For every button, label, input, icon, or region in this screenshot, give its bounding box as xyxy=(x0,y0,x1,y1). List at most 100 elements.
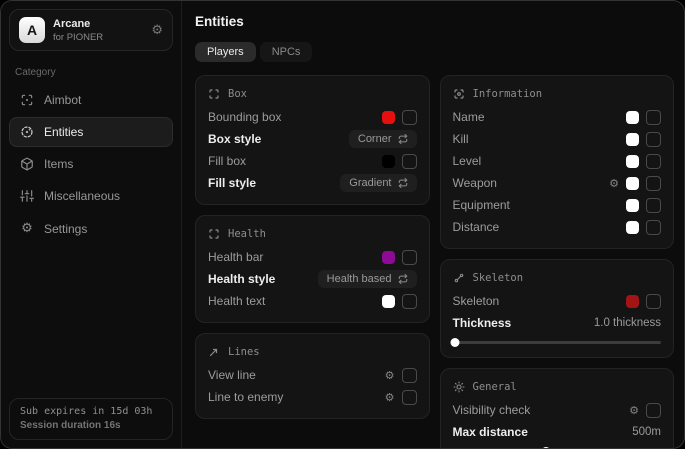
checkbox[interactable] xyxy=(402,250,417,265)
brand-text: Arcane for PIONER xyxy=(53,18,103,43)
row-settings-icon[interactable]: ⚙ xyxy=(385,369,395,382)
row-label: Skeleton xyxy=(453,294,500,308)
row-view-line: View line ⚙ xyxy=(208,364,417,386)
right-column: Information Name Kill xyxy=(440,75,675,449)
checkbox[interactable] xyxy=(646,154,661,169)
crosshair-icon xyxy=(20,93,34,107)
box-style-dropdown[interactable]: Corner xyxy=(349,130,417,148)
tab-players[interactable]: Players xyxy=(195,42,256,62)
color-swatch[interactable] xyxy=(382,251,395,264)
sidebar-item-items[interactable]: Items xyxy=(9,149,173,179)
row-label: Health text xyxy=(208,294,265,308)
color-swatch[interactable] xyxy=(626,295,639,308)
slider-thumb[interactable] xyxy=(450,338,459,347)
color-swatch[interactable] xyxy=(626,177,639,190)
checkbox[interactable] xyxy=(402,294,417,309)
checkbox[interactable] xyxy=(646,403,661,418)
left-column: Box Bounding box Box style Corne xyxy=(195,75,430,449)
color-swatch[interactable] xyxy=(626,133,639,146)
row-equipment: Equipment xyxy=(453,194,662,216)
color-swatch[interactable] xyxy=(382,295,395,308)
row-level: Level xyxy=(453,150,662,172)
color-swatch[interactable] xyxy=(382,111,395,124)
app-title: Arcane xyxy=(53,18,103,30)
row-bounding-box: Bounding box xyxy=(208,106,417,128)
color-swatch[interactable] xyxy=(626,199,639,212)
page-title: Entities xyxy=(195,14,674,29)
color-swatch[interactable] xyxy=(626,155,639,168)
cycle-icon xyxy=(398,274,408,284)
color-swatch[interactable] xyxy=(382,155,395,168)
brackets-icon xyxy=(208,228,220,240)
tab-npcs[interactable]: NPCs xyxy=(260,42,313,62)
row-label: Line to enemy xyxy=(208,390,283,404)
row-settings-icon[interactable]: ⚙ xyxy=(629,404,639,417)
radar-icon xyxy=(20,125,34,139)
row-settings-icon[interactable]: ⚙ xyxy=(609,177,619,190)
sidebar-item-aimbot[interactable]: Aimbot xyxy=(9,85,173,115)
sidebar-spacer xyxy=(1,248,181,390)
row-box-style: Box style Corner xyxy=(208,128,417,150)
card-general: General Visibility check ⚙ Max distance … xyxy=(440,368,675,449)
checkbox[interactable] xyxy=(402,368,417,383)
checkbox[interactable] xyxy=(402,154,417,169)
health-style-dropdown[interactable]: Health based xyxy=(318,270,417,288)
row-label: Thickness xyxy=(453,316,512,330)
sidebar-item-settings[interactable]: ⚙ Settings xyxy=(9,213,173,244)
checkbox[interactable] xyxy=(646,132,661,147)
main-panel: Entities Players NPCs Box Bounding box xyxy=(182,1,684,448)
slider-track xyxy=(453,341,662,344)
row-fill-box: Fill box xyxy=(208,150,417,172)
brand-card: A Arcane for PIONER ⚙ xyxy=(9,9,173,51)
card-health: Health Health bar Health style H xyxy=(195,215,430,323)
card-lines: Lines View line ⚙ Line to enemy ⚙ xyxy=(195,333,430,419)
checkbox[interactable] xyxy=(402,110,417,125)
card-title: General xyxy=(473,381,517,393)
card-information: Information Name Kill xyxy=(440,75,675,249)
cards-grid: Box Bounding box Box style Corne xyxy=(195,75,674,449)
row-label: Distance xyxy=(453,220,500,234)
row-label: Fill style xyxy=(208,176,256,190)
checkbox[interactable] xyxy=(646,198,661,213)
app-subtitle: for PIONER xyxy=(53,32,103,43)
row-label: Fill box xyxy=(208,154,246,168)
cycle-icon xyxy=(398,134,408,144)
row-label: Visibility check xyxy=(453,403,531,417)
color-swatch[interactable] xyxy=(626,111,639,124)
sidebar-item-miscellaneous[interactable]: Miscellaneous xyxy=(9,181,173,211)
sidebar-item-label: Settings xyxy=(44,222,87,236)
row-weapon: Weapon ⚙ xyxy=(453,172,662,194)
row-settings-icon[interactable]: ⚙ xyxy=(385,391,395,404)
app-logo: A xyxy=(19,17,45,43)
row-label: Health bar xyxy=(208,250,263,264)
checkbox[interactable] xyxy=(646,220,661,235)
gear-icon: ⚙ xyxy=(20,221,34,236)
row-visibility-check: Visibility check ⚙ xyxy=(453,399,662,421)
card-title: Health xyxy=(228,228,266,240)
row-name: Name xyxy=(453,106,662,128)
thickness-slider[interactable] xyxy=(453,338,662,347)
row-label: Health style xyxy=(208,272,275,286)
sidebar-nav: Aimbot Entities Items Miscellaneous ⚙ Se… xyxy=(9,85,173,244)
sidebar-item-label: Items xyxy=(44,157,73,171)
color-swatch[interactable] xyxy=(626,221,639,234)
settings-gear-icon[interactable]: ⚙ xyxy=(151,23,163,38)
checkbox[interactable] xyxy=(646,294,661,309)
sidebar-item-label: Entities xyxy=(44,125,83,139)
card-header: Information xyxy=(453,84,662,106)
checkbox[interactable] xyxy=(646,110,661,125)
checkbox[interactable] xyxy=(402,390,417,405)
row-label: View line xyxy=(208,368,256,382)
card-header: Box xyxy=(208,84,417,106)
sidebar-item-entities[interactable]: Entities xyxy=(9,117,173,147)
fill-style-dropdown[interactable]: Gradient xyxy=(340,174,416,192)
card-header: General xyxy=(453,377,662,399)
sidebar-item-label: Miscellaneous xyxy=(44,189,120,203)
row-label: Max distance xyxy=(453,425,528,439)
card-skeleton: Skeleton Skeleton Thickness 1.0 thicknes… xyxy=(440,259,675,358)
card-title: Lines xyxy=(228,346,260,358)
cube-icon xyxy=(20,157,34,171)
diagonal-line-icon xyxy=(208,346,220,358)
row-health-bar: Health bar xyxy=(208,246,417,268)
checkbox[interactable] xyxy=(646,176,661,191)
